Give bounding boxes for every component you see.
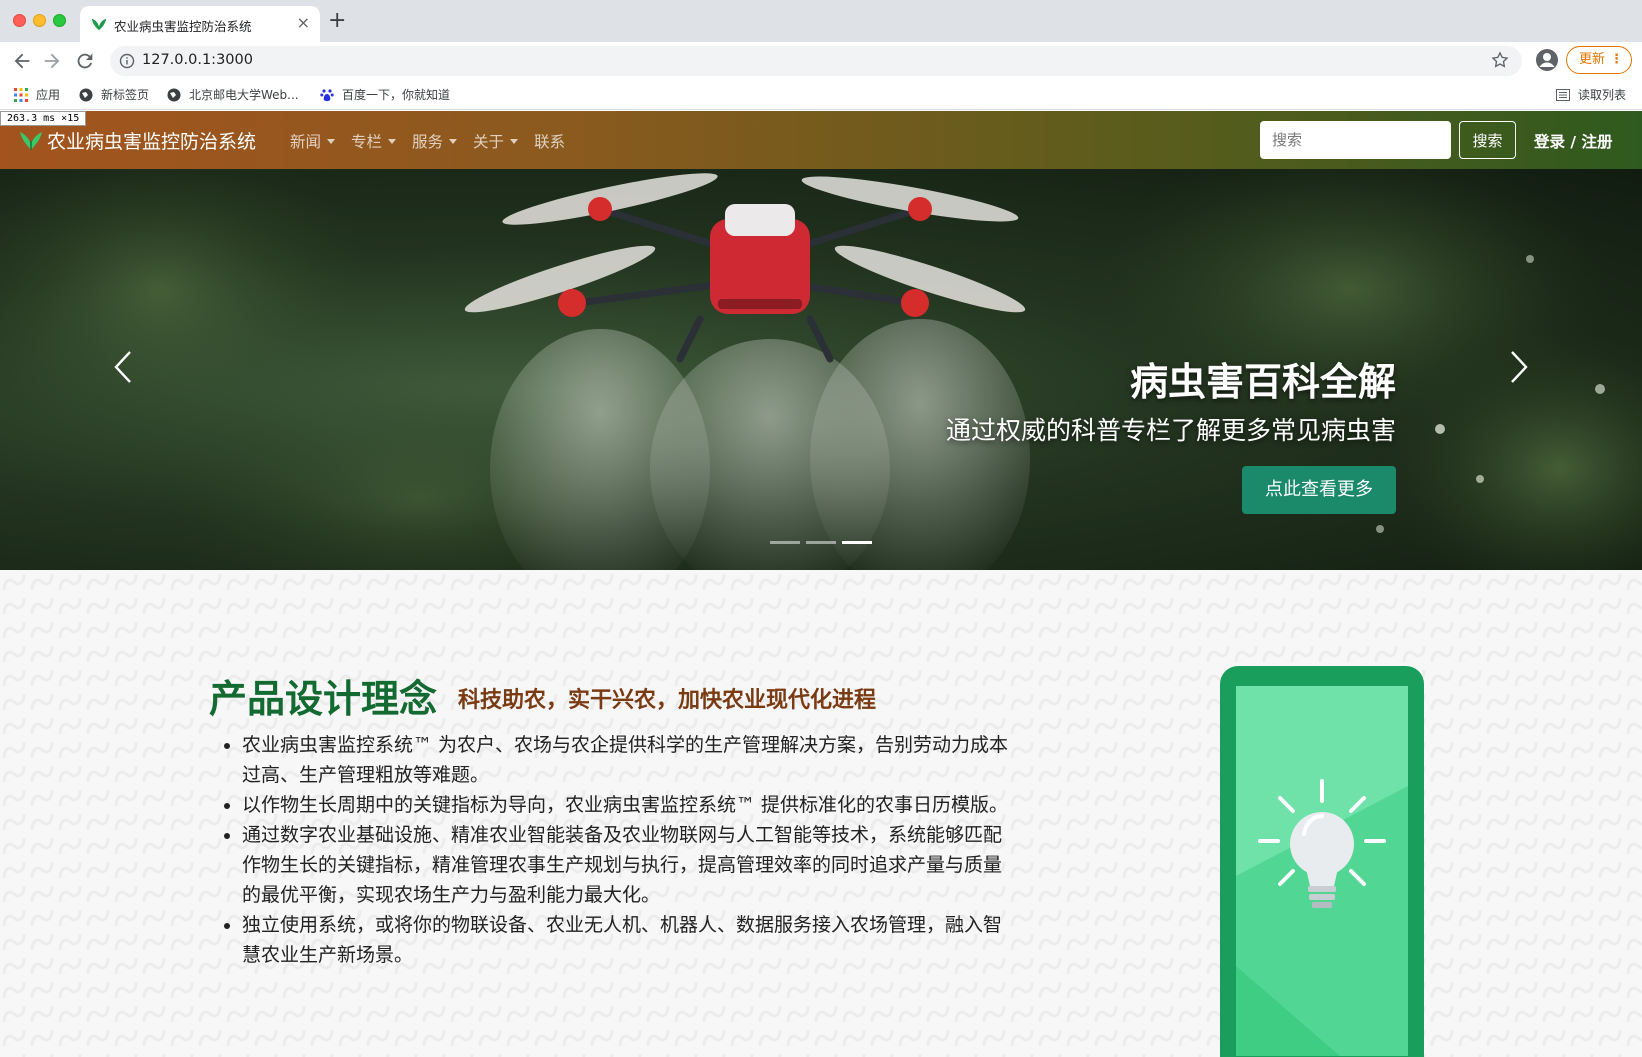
bookmark-label: 百度一下，你就知道 bbox=[342, 88, 451, 102]
globe-icon bbox=[167, 88, 181, 102]
browser-tab[interactable]: 农业病虫害监控防治系统 × bbox=[80, 6, 320, 42]
update-label: 更新 bbox=[1579, 52, 1606, 67]
tab-close-icon[interactable]: × bbox=[297, 13, 310, 33]
close-window-button[interactable] bbox=[13, 14, 26, 27]
list-item: 农业病虫害监控系统™ 为农户、农场与农企提供科学的生产管理解决方案，告别劳动力成… bbox=[242, 730, 1010, 790]
bookmark-label: 北京邮电大学Web... bbox=[189, 88, 299, 102]
site-info-icon[interactable] bbox=[119, 53, 135, 69]
bookmark-apps[interactable]: 应用 bbox=[14, 86, 60, 103]
hero-subtitle: 通过权威的科普专栏了解更多常见病虫害 bbox=[945, 416, 1396, 445]
section-subtitle: 科技助农，实干兴农，加快农业现代化进程 bbox=[458, 688, 877, 713]
bookmark-new-tab[interactable]: 新标签页 bbox=[79, 86, 149, 103]
reading-list-button[interactable]: 读取列表 bbox=[1556, 86, 1626, 103]
carousel-indicator-3[interactable] bbox=[842, 541, 872, 544]
login-register-link[interactable]: 登录 / 注册 bbox=[1534, 130, 1612, 152]
nav-label: 新闻 bbox=[290, 133, 322, 151]
nav-about[interactable]: 关于 bbox=[473, 130, 519, 152]
product-design-section: 产品设计理念 科技助农，实干兴农，加快农业现代化进程 农业病虫害监控系统™ 为农… bbox=[0, 570, 1642, 1057]
browser-toolbar: 127.0.0.1:3000 更新 ⋮ bbox=[0, 42, 1642, 80]
nav-contact[interactable]: 联系 bbox=[534, 130, 565, 152]
carousel-indicator-1[interactable] bbox=[770, 541, 800, 544]
nav-columns[interactable]: 专栏 bbox=[351, 130, 397, 152]
main-menu: 新闻 专栏 服务 关于 联系 bbox=[290, 130, 581, 152]
reading-list-label: 读取列表 bbox=[1578, 88, 1627, 102]
caret-down-icon bbox=[449, 139, 458, 144]
list-item: 通过数字农业基础设施、精准农业智能装备及农业物联网与人工智能等技术，系统能够匹配… bbox=[242, 820, 1010, 910]
url-text[interactable]: 127.0.0.1:3000 bbox=[142, 52, 253, 68]
carousel-prev-arrow-icon[interactable] bbox=[112, 349, 134, 385]
bookmark-bupt[interactable]: 北京邮电大学Web... bbox=[167, 86, 299, 103]
new-tab-button[interactable]: + bbox=[328, 9, 346, 33]
brand-name[interactable]: 农业病虫害监控防治系统 bbox=[47, 127, 256, 154]
bookmarks-bar: 应用 新标签页 北京邮电大学Web... 百度一下，你就知道 读取列表 bbox=[0, 80, 1642, 110]
leaf-favicon-icon bbox=[91, 18, 107, 31]
leaf-logo-icon[interactable] bbox=[18, 127, 44, 153]
learn-more-button[interactable]: 点此查看更多 bbox=[1242, 466, 1396, 514]
caret-down-icon bbox=[388, 139, 397, 144]
phone-lightbulb-illustration bbox=[1220, 666, 1424, 1057]
site-navbar: 农业病虫害监控防治系统 新闻 专栏 服务 关于 联系 搜索 登录 / 注册 bbox=[0, 111, 1642, 169]
minimize-window-button[interactable] bbox=[33, 14, 46, 27]
bookmark-label: 应用 bbox=[36, 88, 61, 102]
nav-label: 联系 bbox=[534, 133, 566, 151]
render-timing-badge: 263.3 ms ×15 bbox=[0, 111, 87, 126]
reading-list-icon bbox=[1556, 89, 1570, 101]
nav-label: 专栏 bbox=[351, 133, 383, 151]
nav-label: 关于 bbox=[473, 133, 505, 151]
nav-news[interactable]: 新闻 bbox=[290, 130, 336, 152]
list-item: 以作物生长周期中的关键指标为导向，农业病虫害监控系统™ 提供标准化的农事日历模版… bbox=[242, 790, 1010, 820]
maximize-window-button[interactable] bbox=[53, 14, 66, 27]
bookmark-star-icon[interactable] bbox=[1490, 50, 1510, 70]
carousel-indicators bbox=[770, 541, 872, 544]
update-button[interactable]: 更新 ⋮ bbox=[1566, 46, 1632, 74]
profile-avatar-icon[interactable] bbox=[1535, 48, 1559, 72]
forward-arrow-icon[interactable] bbox=[41, 50, 63, 72]
reload-icon[interactable] bbox=[74, 50, 96, 72]
globe-icon bbox=[79, 88, 93, 102]
browser-tab-bar: 农业病虫害监控防治系统 × + bbox=[0, 0, 1642, 42]
search-input[interactable] bbox=[1260, 121, 1451, 159]
hero-carousel: 病虫害百科全解 通过权威的科普专栏了解更多常见病虫害 点此查看更多 bbox=[0, 169, 1642, 570]
carousel-next-arrow-icon[interactable] bbox=[1508, 349, 1530, 385]
carousel-indicator-2[interactable] bbox=[806, 541, 836, 544]
address-bar[interactable]: 127.0.0.1:3000 bbox=[110, 46, 1522, 76]
back-arrow-icon[interactable] bbox=[11, 50, 33, 72]
baidu-paw-icon bbox=[320, 89, 334, 102]
caret-down-icon bbox=[510, 139, 519, 144]
bookmark-baidu[interactable]: 百度一下，你就知道 bbox=[320, 86, 450, 103]
section-title: 产品设计理念 bbox=[209, 677, 438, 721]
nav-label: 服务 bbox=[412, 133, 444, 151]
bookmark-label: 新标签页 bbox=[101, 88, 150, 102]
tab-title: 农业病虫害监控防治系统 bbox=[114, 19, 252, 34]
feature-list: 农业病虫害监控系统™ 为农户、农场与农企提供科学的生产管理解决方案，告别劳动力成… bbox=[220, 730, 1010, 970]
list-item: 独立使用系统，或将你的物联设备、农业无人机、机器人、数据服务接入农场管理，融入智… bbox=[242, 910, 1010, 970]
apps-grid-icon bbox=[14, 88, 28, 102]
caret-down-icon bbox=[327, 139, 336, 144]
hero-title: 病虫害百科全解 bbox=[1129, 360, 1396, 404]
search-button[interactable]: 搜索 bbox=[1459, 121, 1516, 159]
more-menu-icon[interactable]: ⋮ bbox=[1610, 47, 1623, 72]
nav-services[interactable]: 服务 bbox=[412, 130, 458, 152]
